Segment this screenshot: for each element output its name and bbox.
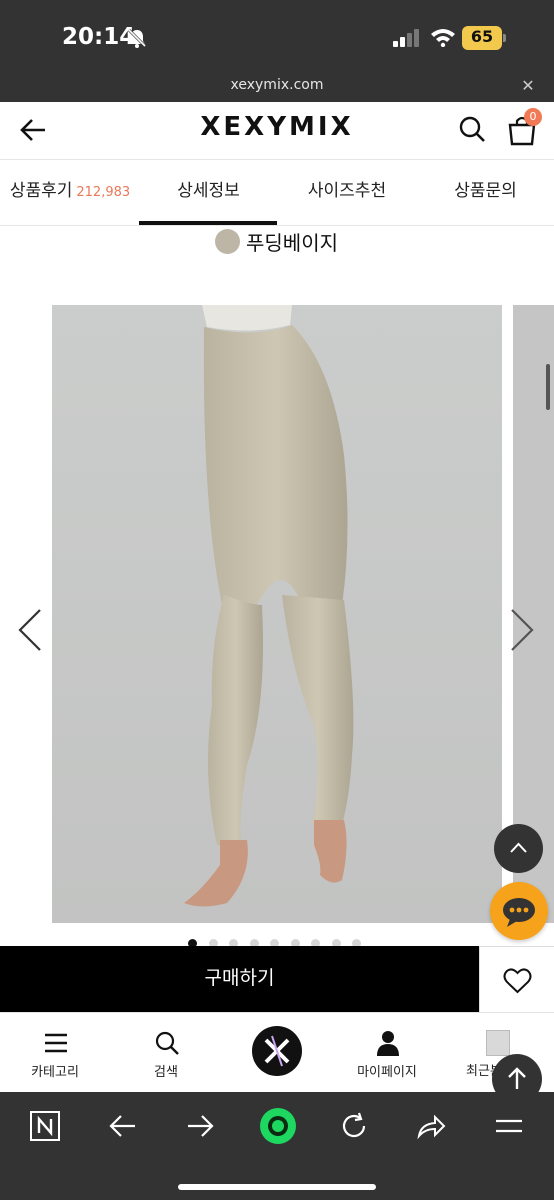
chevron-right-icon[interactable] [508,606,536,654]
person-icon [377,1031,399,1056]
battery-level: 65 [470,27,494,46]
battery-indicator: 65 [462,26,506,50]
nav-label-mypage: 마이페이지 [357,1065,417,1080]
chat-button[interactable] [490,882,548,940]
chat-bubble-icon [503,898,535,927]
status-time: 20:14 [62,24,136,50]
share-icon[interactable] [415,1110,447,1142]
heart-icon [503,968,532,994]
tab-qna[interactable]: 상품문의 [417,160,554,226]
search-icon [155,1031,179,1055]
tab-size-recommend[interactable]: 사이즈추천 [277,160,417,226]
url-bar[interactable]: xexymix.com ✕ [0,72,554,102]
refresh-icon[interactable] [338,1110,370,1142]
nav-label-category: 카테고리 [31,1065,79,1080]
wifi-icon [431,29,455,47]
tab-reviews-label: 상품후기 [9,181,73,201]
nav-label-search: 검색 [154,1065,178,1080]
signal-icon [393,29,419,47]
nav-item-mypage[interactable]: 마이페이지 [332,1013,442,1093]
chevron-left-icon[interactable] [16,606,44,654]
buy-button[interactable]: 구매하기 [0,946,479,1012]
review-count: 212,983 [76,185,131,200]
recent-product-thumbnail[interactable] [486,1030,510,1056]
brand-home-icon [264,1035,290,1067]
scroll-to-top-button[interactable] [494,824,543,873]
close-icon[interactable]: ✕ [518,76,538,96]
menu-icon [45,1033,67,1053]
leggings-illustration [52,305,502,923]
naver-icon[interactable] [29,1110,61,1142]
green-dot-icon[interactable] [258,1106,298,1146]
tab-detail[interactable]: 상세정보 [140,160,277,226]
nav-item-category[interactable]: 카테고리 [0,1013,110,1093]
product-tabs: 상품후기 212,983 상세정보 사이즈추천 상품문의 [0,160,554,226]
cart-count-badge: 0 [524,108,542,126]
back-icon[interactable] [107,1110,139,1142]
menu-icon[interactable] [493,1110,525,1142]
bell-muted-icon [127,28,147,48]
brand-home-button[interactable] [252,1026,302,1076]
color-name: 푸딩베이지 [246,231,338,255]
forward-icon[interactable] [184,1110,216,1142]
active-tab-indicator [139,221,277,225]
home-indicator[interactable] [178,1184,376,1190]
scrollbar-thumb[interactable] [546,364,550,410]
site-header: XEXYMIX 0 [0,102,554,160]
nav-item-search[interactable]: 검색 [111,1013,221,1093]
url-text[interactable]: xexymix.com [0,77,554,93]
chevron-up-icon [510,842,527,853]
product-image[interactable] [52,305,502,923]
tab-reviews[interactable]: 상품후기 212,983 [0,160,140,226]
wishlist-button[interactable] [479,946,554,1012]
color-swatch [215,229,240,254]
search-icon[interactable] [458,115,486,143]
status-bar: 20:14 65 [0,0,554,72]
